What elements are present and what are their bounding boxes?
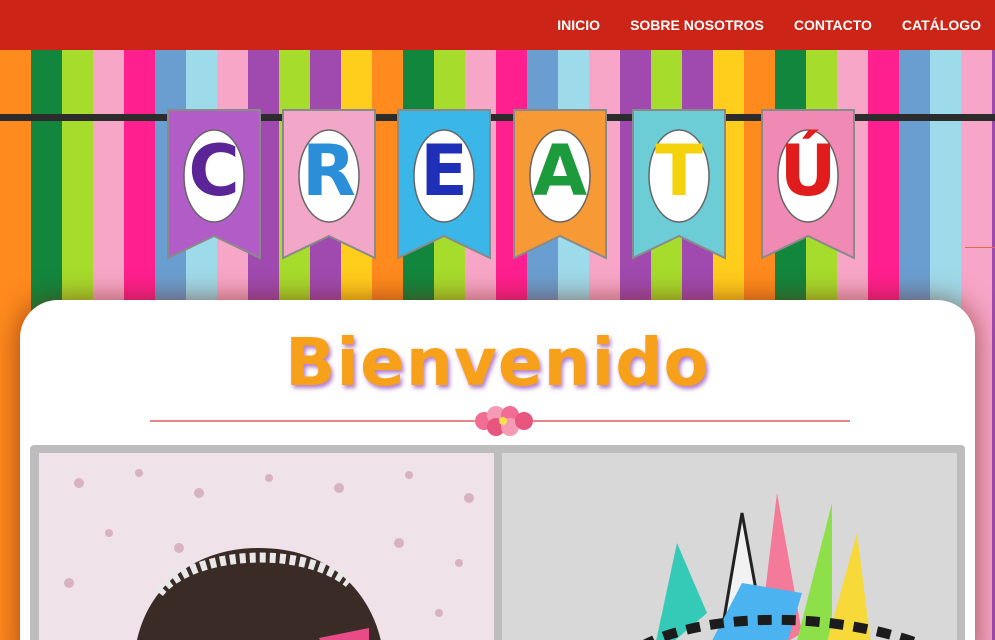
decorative-line [965,247,995,248]
main-nav: INICIO SOBRE NOSOTROS CONTACTO CATÁLOGO [527,0,981,50]
nav-item-sobre-nosotros[interactable]: SOBRE NOSOTROS [630,17,764,33]
banner-letter: E [420,130,468,212]
banner-letter: R [302,130,356,212]
banner-flag-r: R [281,108,377,268]
nav-item-catalogo[interactable]: CATÁLOGO [902,17,981,33]
banner-flag-c: C [166,108,262,268]
banner-flag-u: Ú [760,108,856,268]
banner-flag-e: E [396,108,492,268]
photo-image [502,453,957,640]
banner-letter: Ú [779,130,837,212]
photo-image [39,453,494,640]
page-title: Bienvenido [285,324,710,401]
nav-item-inicio[interactable]: INICIO [557,17,600,33]
image-gallery [30,445,965,640]
banner-letter: T [655,130,703,212]
banner-flag-t: T [631,108,727,268]
nav-item-contacto[interactable]: CONTACTO [794,17,872,33]
banner-letter: A [532,130,588,212]
banner-flag-a: A [512,108,608,268]
flower-ornament-icon [475,406,533,436]
main-content-card: Bienvenido [20,300,975,640]
top-nav-bar: INICIO SOBRE NOSOTROS CONTACTO CATÁLOGO [0,0,995,50]
gallery-photo-girl[interactable] [39,453,494,640]
gallery-photo-headband[interactable] [502,453,957,640]
banner-letter: C [188,130,240,212]
